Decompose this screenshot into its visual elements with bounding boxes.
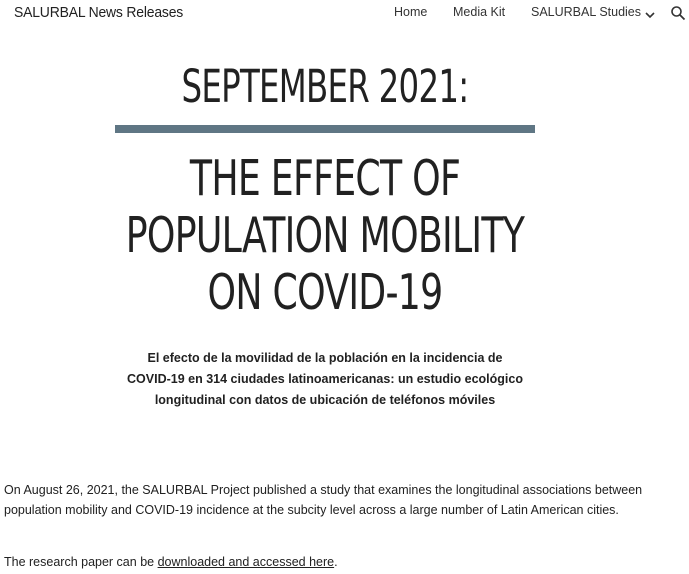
top-bar: SALURBAL News Releases Home Media Kit SA… <box>0 0 689 28</box>
spanish-subtitle: El efecto de la movilidad de la població… <box>127 351 523 407</box>
nav-salurbal-studies[interactable]: SALURBAL Studies <box>531 5 641 19</box>
heading-title-line: THE EFFECT OF <box>189 150 461 207</box>
divider-rule <box>115 125 535 133</box>
site-title[interactable]: SALURBAL News Releases <box>14 4 183 21</box>
intro-paragraph: On August 26, 2021, the SALURBAL Project… <box>4 483 643 517</box>
paragraph-prefix: The research paper can be <box>4 555 158 569</box>
heading-title-line: POPULATION MOBILITY <box>125 207 525 264</box>
download-link[interactable]: downloaded and accessed here <box>158 555 335 569</box>
nav-home[interactable]: Home <box>394 5 427 19</box>
heading-title-line: ON COVID-19 <box>207 264 444 321</box>
chevron-down-icon[interactable] <box>644 8 656 20</box>
heading-date: SEPTEMBER 2021: <box>181 60 470 113</box>
heading-title: THE EFFECT OF POPULATION MOBILITY ON COV… <box>85 150 566 321</box>
nav-media-kit[interactable]: Media Kit <box>453 5 505 19</box>
paragraph-suffix: . <box>334 555 338 569</box>
search-icon[interactable] <box>670 5 686 21</box>
research-paper-paragraph: The research paper can be downloaded and… <box>4 552 664 572</box>
